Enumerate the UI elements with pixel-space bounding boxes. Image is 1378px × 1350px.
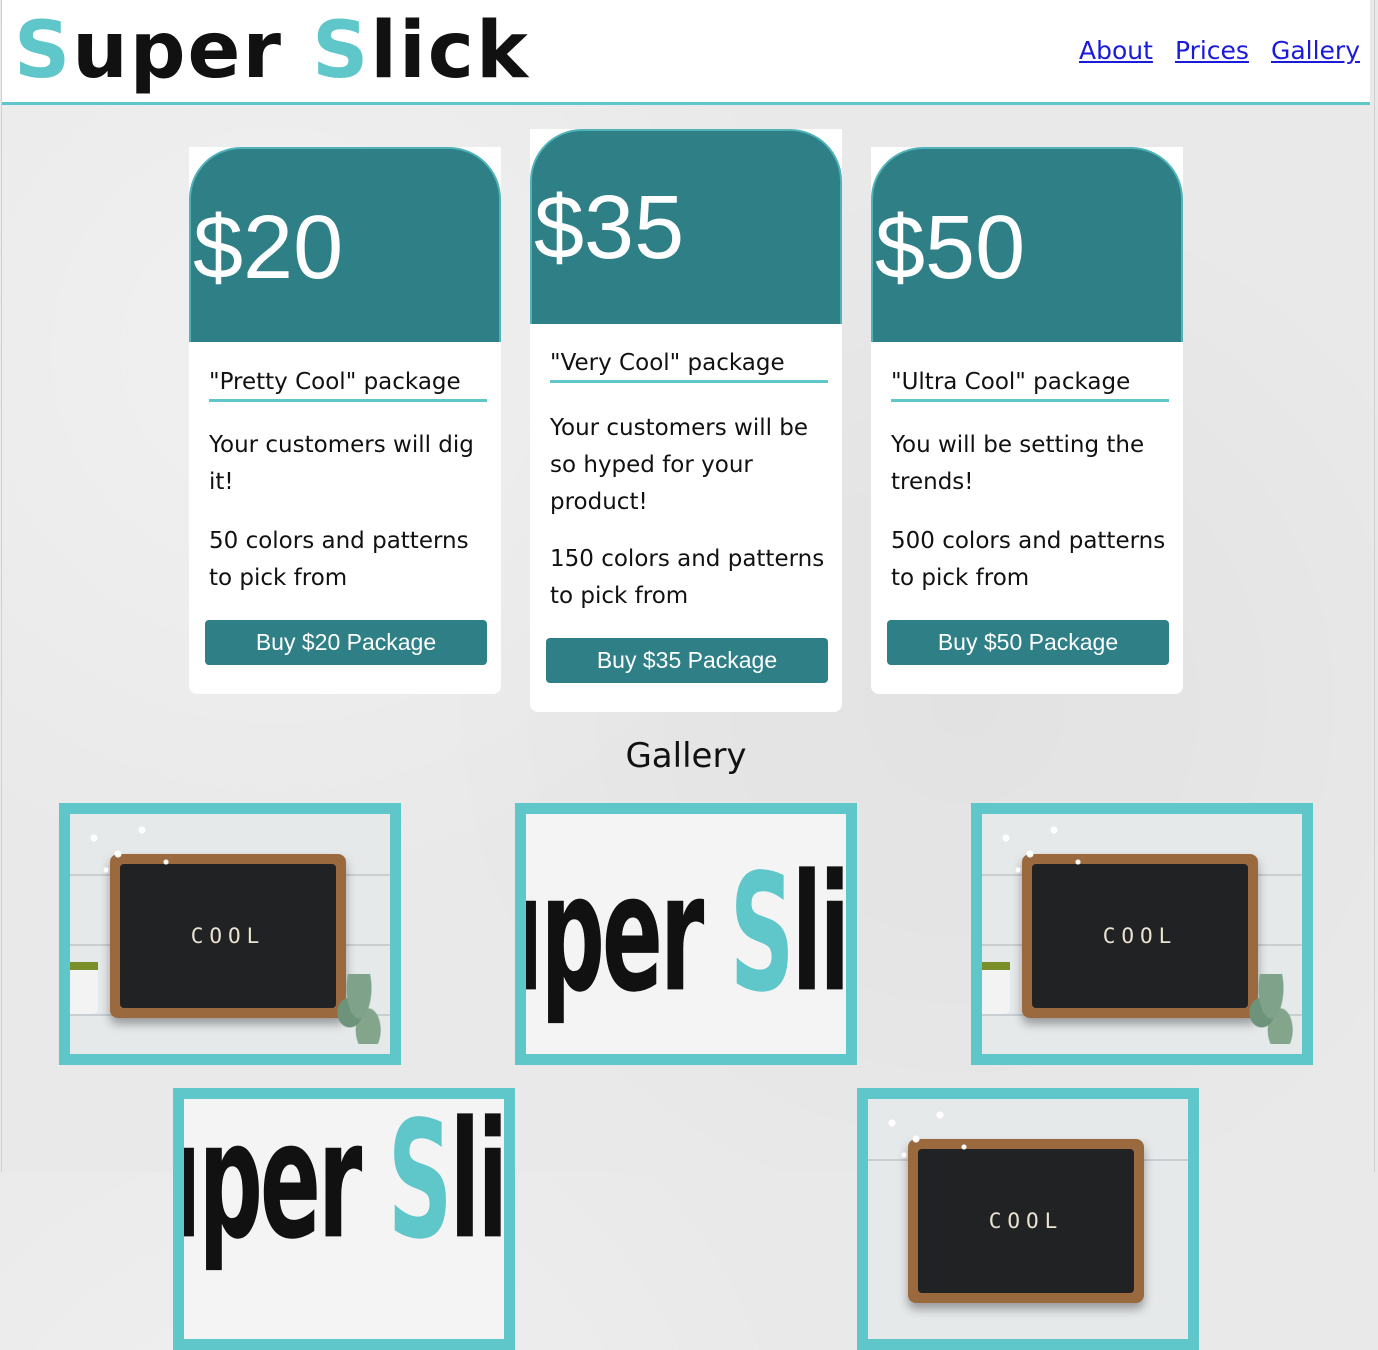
package-description: Your customers will dig it! xyxy=(209,432,474,495)
nav-link-gallery[interactable]: Gallery xyxy=(1271,36,1360,65)
leaves-decoration xyxy=(1248,974,1294,1044)
logo-image: Super Slick xyxy=(184,1099,504,1339)
package-features: 150 colors and patterns to pick from xyxy=(550,546,825,609)
logo-image: Super Slick xyxy=(526,814,846,1054)
logo-word: uper xyxy=(184,1099,362,1276)
buy-50-package-button[interactable]: Buy $50 Package xyxy=(887,620,1169,665)
logo-word: uper xyxy=(526,839,704,1029)
price-header: $20 xyxy=(189,147,501,342)
logo-letter: S xyxy=(312,6,371,96)
gallery-heading: Gallery xyxy=(625,736,747,776)
logo-letter: S xyxy=(14,6,73,96)
price-amount: $35 xyxy=(534,178,685,278)
price-amount: $20 xyxy=(193,198,344,298)
package-description: You will be setting the trends! xyxy=(891,432,1145,495)
package-title: "Pretty Cool" package xyxy=(209,369,487,402)
site-logo[interactable]: Super Slick xyxy=(14,6,530,96)
price-header: $35 xyxy=(530,129,842,324)
price-amount: $50 xyxy=(875,198,1026,298)
package-title: "Ultra Cool" package xyxy=(891,369,1169,402)
gallery-image-cool-3[interactable]: COOL xyxy=(857,1088,1199,1350)
chalkboard-photo: COOL xyxy=(982,814,1302,1054)
logo-letter: S xyxy=(729,839,795,1029)
nav-link-about[interactable]: About xyxy=(1079,36,1153,65)
chalkboard-photo: COOL xyxy=(70,814,390,1054)
main-nav: About Prices Gallery xyxy=(1079,36,1360,65)
leaves-decoration xyxy=(336,974,382,1044)
tea-cup-decoration xyxy=(70,962,98,1014)
logo-letter: S xyxy=(387,1099,453,1276)
gallery-image-cool-1[interactable]: COOL xyxy=(59,803,401,1065)
gallery-image-logo-1[interactable]: Super Slick xyxy=(515,803,857,1065)
gallery-image-cool-2[interactable]: COOL xyxy=(971,803,1313,1065)
tea-cup-decoration xyxy=(982,962,1010,1014)
flowers-decoration xyxy=(868,1099,988,1179)
logo-word: uper xyxy=(72,6,313,96)
logo-word: lick xyxy=(370,6,530,96)
chalkboard-text: COOL xyxy=(190,924,266,948)
chalkboard-photo: COOL xyxy=(868,1099,1188,1339)
package-title: "Very Cool" package xyxy=(550,350,828,383)
price-header: $50 xyxy=(871,147,1183,342)
pricing-card-35: $35 "Very Cool" package Your customers w… xyxy=(530,129,842,712)
site-header: Super Slick About Prices Gallery xyxy=(2,0,1370,105)
buy-35-package-button[interactable]: Buy $35 Package xyxy=(546,638,828,683)
flowers-decoration xyxy=(982,814,1102,894)
logo-word: lick xyxy=(449,1099,504,1276)
logo-word: lick xyxy=(791,839,846,1029)
buy-20-package-button[interactable]: Buy $20 Package xyxy=(205,620,487,665)
pricing-card-50: $50 "Ultra Cool" package You will be set… xyxy=(871,147,1183,694)
chalkboard-text: COOL xyxy=(988,1209,1064,1233)
nav-link-prices[interactable]: Prices xyxy=(1175,36,1249,65)
gallery-image-logo-2[interactable]: Super Slick xyxy=(173,1088,515,1350)
flowers-decoration xyxy=(70,814,190,894)
chalkboard-text: COOL xyxy=(1102,924,1178,948)
package-features: 500 colors and patterns to pick from xyxy=(891,528,1166,591)
package-features: 50 colors and patterns to pick from xyxy=(209,528,469,591)
pricing-card-20: $20 "Pretty Cool" package Your customers… xyxy=(189,147,501,694)
package-description: Your customers will be so hyped for your… xyxy=(550,415,809,515)
